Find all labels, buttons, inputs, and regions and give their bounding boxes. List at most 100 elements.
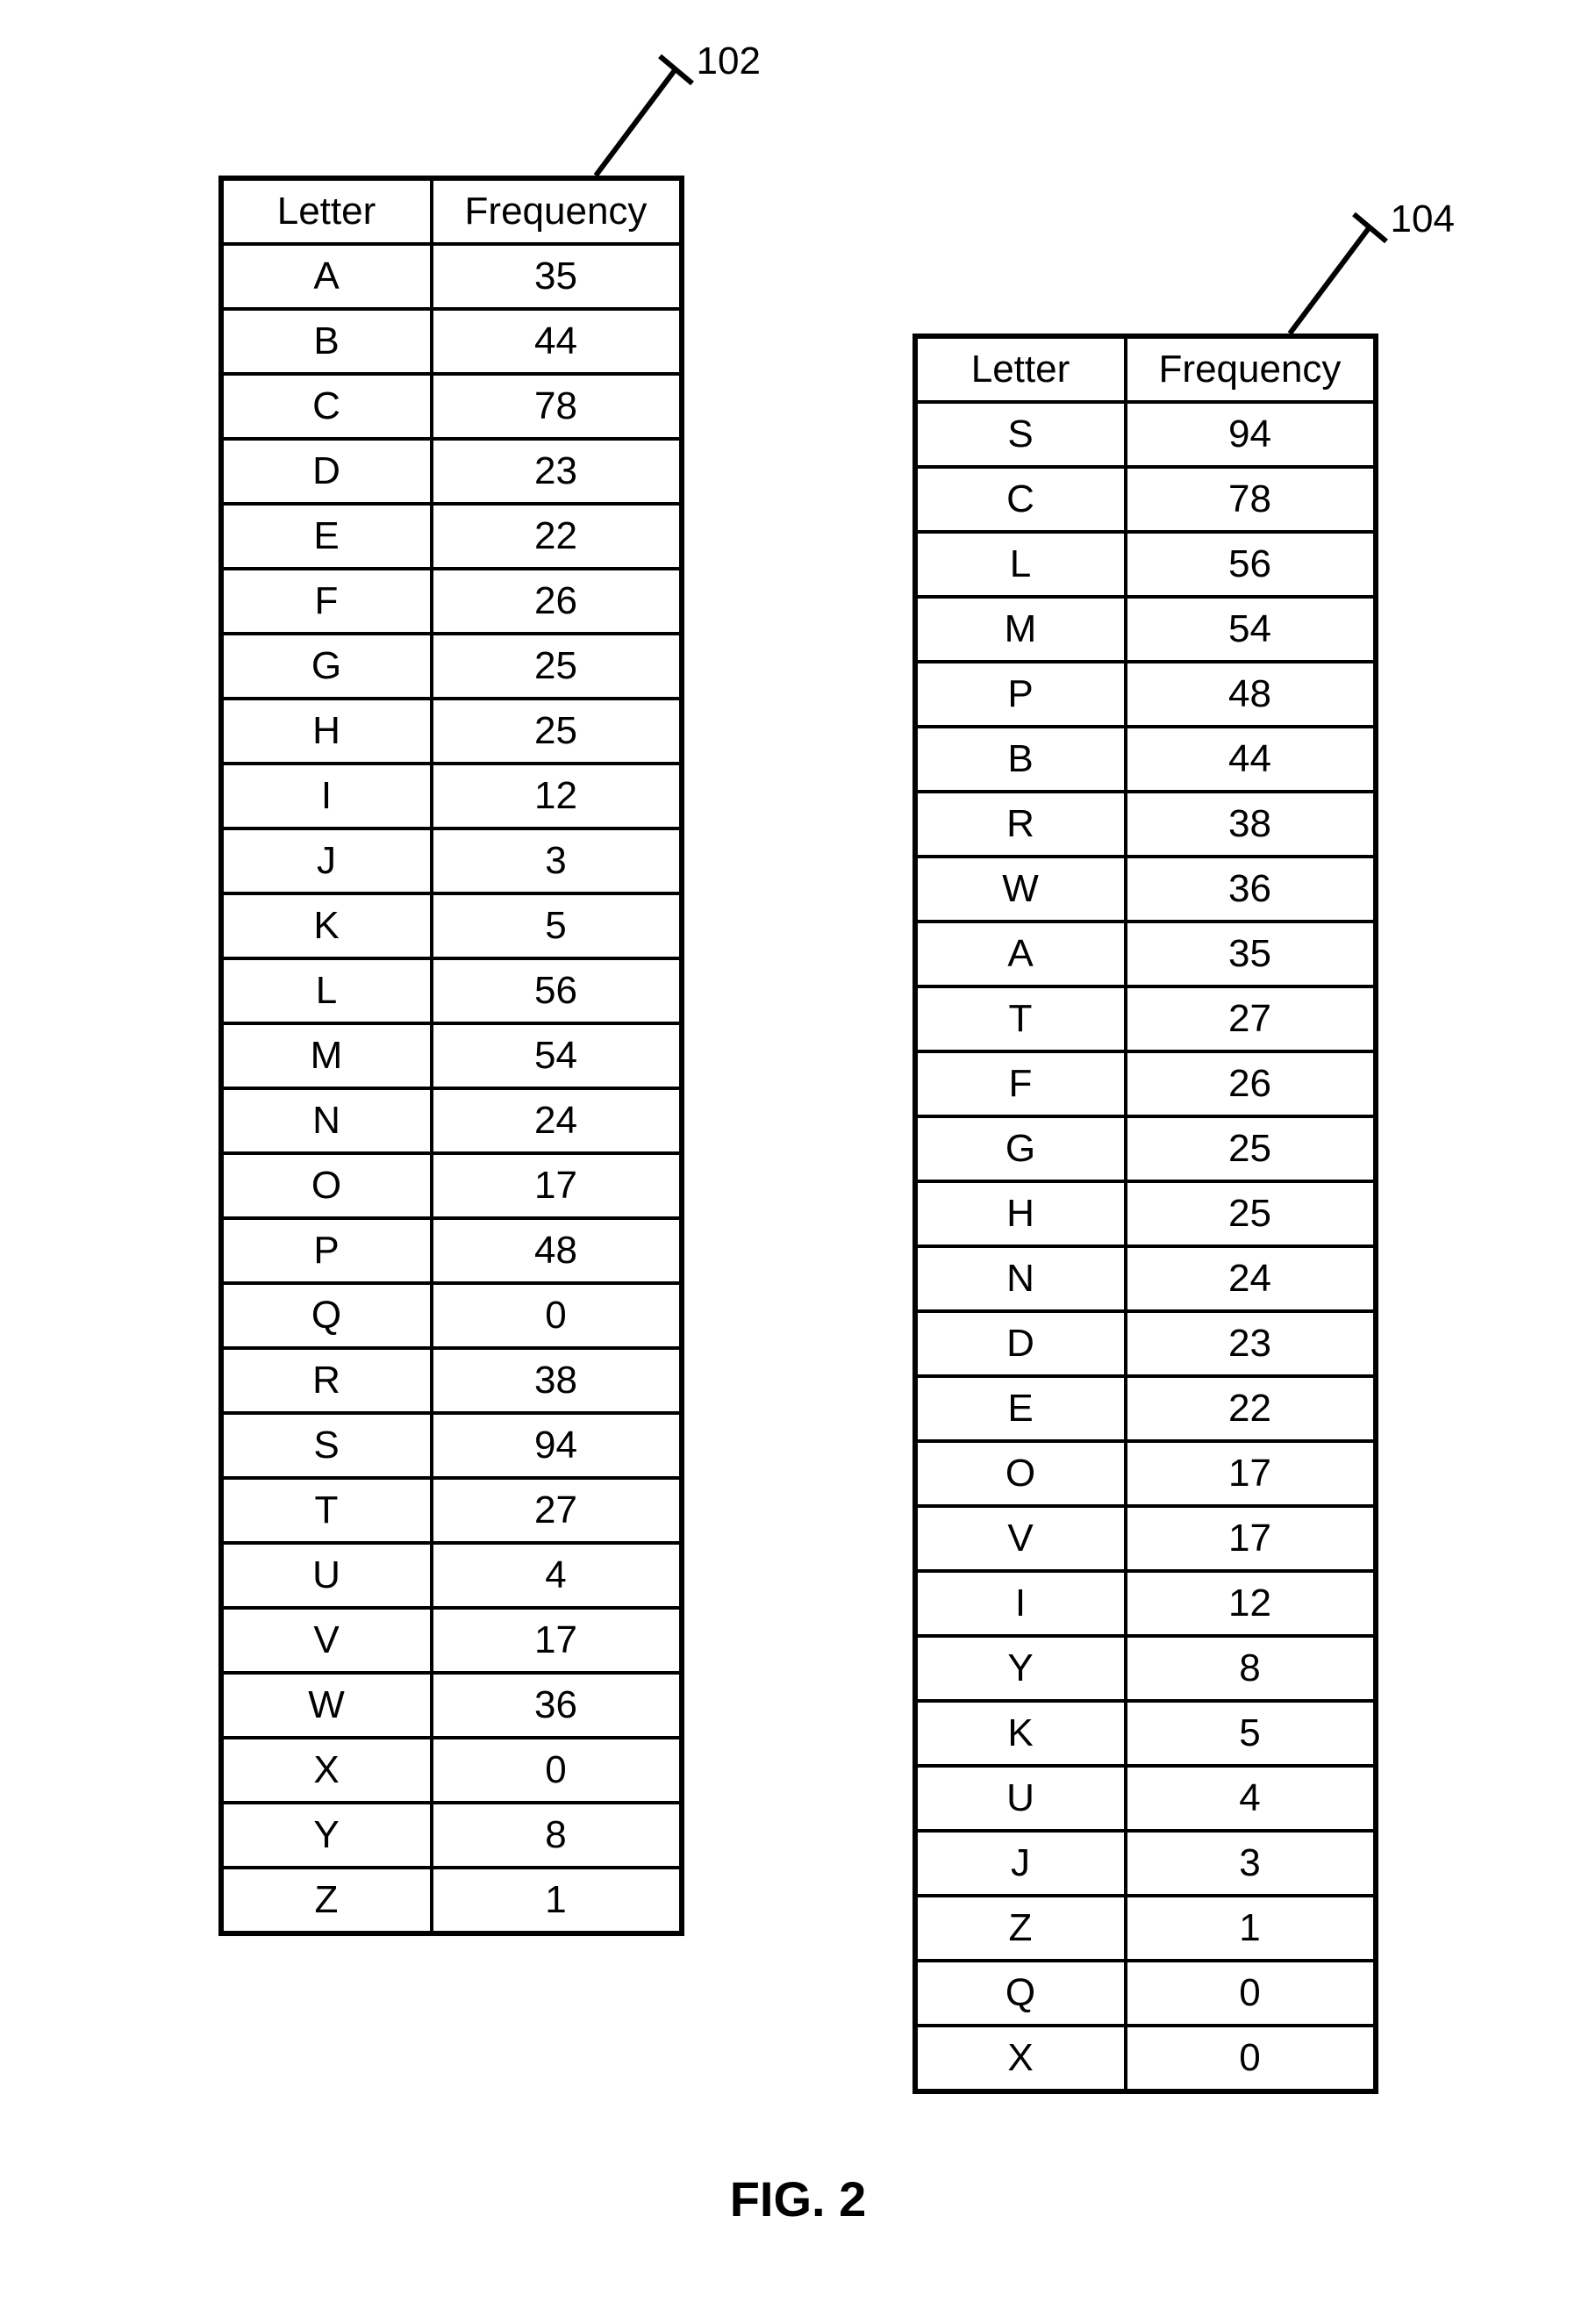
table-row: K5 bbox=[915, 1701, 1376, 1766]
cell-letter: C bbox=[221, 374, 432, 439]
cell-letter: C bbox=[915, 467, 1126, 532]
cell-frequency: 26 bbox=[1126, 1051, 1376, 1116]
cell-frequency: 56 bbox=[1126, 532, 1376, 597]
table-row: L56 bbox=[915, 532, 1376, 597]
cell-frequency: 12 bbox=[432, 764, 682, 828]
table-row: D23 bbox=[915, 1311, 1376, 1376]
cell-frequency: 8 bbox=[432, 1803, 682, 1868]
table-row: R38 bbox=[915, 792, 1376, 857]
cell-letter: U bbox=[221, 1543, 432, 1608]
cell-letter: T bbox=[221, 1478, 432, 1543]
cell-letter: E bbox=[221, 504, 432, 569]
cell-frequency: 17 bbox=[1126, 1506, 1376, 1571]
table-block-104: 104 Letter Frequency S94C78L56M54P48B44R… bbox=[913, 334, 1378, 2094]
cell-letter: T bbox=[915, 986, 1126, 1051]
table-row: O17 bbox=[221, 1153, 682, 1218]
cell-letter: Q bbox=[221, 1283, 432, 1348]
cell-frequency: 36 bbox=[1126, 857, 1376, 922]
cell-frequency: 35 bbox=[432, 244, 682, 309]
figure-page: 102 Letter Frequency A35B44C78D23E22F26G… bbox=[0, 0, 1596, 2324]
cell-letter: N bbox=[915, 1246, 1126, 1311]
table-block-102: 102 Letter Frequency A35B44C78D23E22F26G… bbox=[218, 176, 684, 1936]
cell-frequency: 24 bbox=[432, 1088, 682, 1153]
cell-frequency: 38 bbox=[1126, 792, 1376, 857]
cell-frequency: 36 bbox=[432, 1673, 682, 1738]
reference-number-104: 104 bbox=[1391, 197, 1455, 241]
table-row: B44 bbox=[221, 309, 682, 374]
cell-frequency: 35 bbox=[1126, 922, 1376, 986]
cell-frequency: 26 bbox=[432, 569, 682, 634]
cell-letter: J bbox=[221, 828, 432, 893]
cell-letter: K bbox=[915, 1701, 1126, 1766]
cell-frequency: 0 bbox=[1126, 1961, 1376, 2026]
table-row: M54 bbox=[915, 597, 1376, 662]
cell-frequency: 25 bbox=[432, 634, 682, 699]
table-row: S94 bbox=[221, 1413, 682, 1478]
cell-letter: B bbox=[915, 727, 1126, 792]
table-row: T27 bbox=[915, 986, 1376, 1051]
cell-frequency: 1 bbox=[1126, 1896, 1376, 1961]
tables-row: 102 Letter Frequency A35B44C78D23E22F26G… bbox=[0, 176, 1596, 2094]
table-row: R38 bbox=[221, 1348, 682, 1413]
table-row: E22 bbox=[221, 504, 682, 569]
cell-letter: J bbox=[915, 1831, 1126, 1896]
table-row: C78 bbox=[221, 374, 682, 439]
cell-letter: Q bbox=[915, 1961, 1126, 2026]
cell-frequency: 48 bbox=[432, 1218, 682, 1283]
table-row: P48 bbox=[221, 1218, 682, 1283]
cell-letter: V bbox=[221, 1608, 432, 1673]
cell-frequency: 48 bbox=[1126, 662, 1376, 727]
table-row: Q0 bbox=[221, 1283, 682, 1348]
cell-frequency: 0 bbox=[1126, 2026, 1376, 2091]
table-row: E22 bbox=[915, 1376, 1376, 1441]
cell-letter: F bbox=[221, 569, 432, 634]
reference-callout-102: 102 bbox=[578, 44, 806, 193]
table-row: H25 bbox=[221, 699, 682, 764]
cell-letter: M bbox=[915, 597, 1126, 662]
table-row: U4 bbox=[221, 1543, 682, 1608]
cell-frequency: 23 bbox=[1126, 1311, 1376, 1376]
cell-letter: U bbox=[915, 1766, 1126, 1831]
reference-number-102: 102 bbox=[697, 39, 761, 83]
cell-letter: M bbox=[221, 1023, 432, 1088]
cell-letter: R bbox=[221, 1348, 432, 1413]
cell-letter: G bbox=[915, 1116, 1126, 1181]
cell-frequency: 38 bbox=[432, 1348, 682, 1413]
table-row: P48 bbox=[915, 662, 1376, 727]
table-row: V17 bbox=[221, 1608, 682, 1673]
header-frequency: Frequency bbox=[1126, 336, 1376, 402]
cell-letter: P bbox=[915, 662, 1126, 727]
cell-letter: A bbox=[915, 922, 1126, 986]
table-row: N24 bbox=[221, 1088, 682, 1153]
table-row: Z1 bbox=[221, 1868, 682, 1933]
cell-frequency: 0 bbox=[432, 1738, 682, 1803]
cell-letter: X bbox=[915, 2026, 1126, 2091]
cell-letter: S bbox=[915, 402, 1126, 467]
cell-letter: Z bbox=[221, 1868, 432, 1933]
cell-letter: S bbox=[221, 1413, 432, 1478]
cell-frequency: 3 bbox=[432, 828, 682, 893]
table-row: F26 bbox=[221, 569, 682, 634]
table-row: A35 bbox=[915, 922, 1376, 986]
cell-letter: A bbox=[221, 244, 432, 309]
table-row: C78 bbox=[915, 467, 1376, 532]
cell-frequency: 22 bbox=[1126, 1376, 1376, 1441]
cell-letter: B bbox=[221, 309, 432, 374]
table-row: W36 bbox=[915, 857, 1376, 922]
cell-letter: O bbox=[221, 1153, 432, 1218]
cell-frequency: 17 bbox=[432, 1608, 682, 1673]
cell-letter: D bbox=[221, 439, 432, 504]
letter-frequency-table-sorted: Letter Frequency S94C78L56M54P48B44R38W3… bbox=[913, 334, 1378, 2094]
cell-frequency: 94 bbox=[432, 1413, 682, 1478]
cell-letter: L bbox=[915, 532, 1126, 597]
cell-frequency: 94 bbox=[1126, 402, 1376, 467]
cell-letter: R bbox=[915, 792, 1126, 857]
table-row: L56 bbox=[221, 958, 682, 1023]
cell-frequency: 5 bbox=[432, 893, 682, 958]
table-row: S94 bbox=[915, 402, 1376, 467]
cell-letter: V bbox=[915, 1506, 1126, 1571]
cell-frequency: 44 bbox=[1126, 727, 1376, 792]
table-row: O17 bbox=[915, 1441, 1376, 1506]
table-row: X0 bbox=[915, 2026, 1376, 2091]
cell-letter: G bbox=[221, 634, 432, 699]
